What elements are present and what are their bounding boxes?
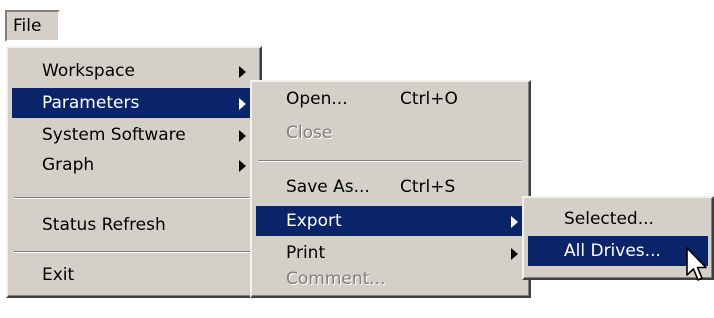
menu-file-label: File xyxy=(13,16,42,36)
menu-file[interactable]: File xyxy=(5,10,60,42)
menu-item-all-drives[interactable]: All Drives... xyxy=(528,236,708,266)
menu-item-parameters-label: Parameters xyxy=(42,93,140,113)
menu-item-export[interactable]: Export xyxy=(256,206,525,236)
file-menu: Workspace Parameters System Software Gra… xyxy=(6,46,262,298)
submenu-arrow-icon xyxy=(239,160,246,172)
menu-item-comment: Comment... xyxy=(256,264,525,294)
menu-item-status-refresh-label: Status Refresh xyxy=(42,215,166,235)
menu-separator xyxy=(14,251,252,253)
menu-item-open-label: Open... xyxy=(286,89,348,109)
menu-item-selected[interactable]: Selected... xyxy=(528,204,708,234)
menu-item-graph[interactable]: Graph xyxy=(12,150,256,180)
menu-item-comment-label: Comment... xyxy=(286,269,386,289)
mouse-pointer-icon xyxy=(686,247,707,281)
menu-item-save-as-label: Save As... xyxy=(286,177,370,197)
parameters-menu: Open... Ctrl+O Close Save As... Ctrl+S E… xyxy=(250,80,531,298)
menu-item-open[interactable]: Open... Ctrl+O xyxy=(256,84,525,114)
submenu-arrow-icon xyxy=(239,66,246,78)
menu-item-selected-label: Selected... xyxy=(564,209,654,229)
menu-item-close: Close xyxy=(256,118,525,148)
menu-item-print-label: Print xyxy=(286,243,326,263)
menu-item-all-drives-label: All Drives... xyxy=(564,241,661,261)
menu-item-save-as[interactable]: Save As... Ctrl+S xyxy=(256,172,525,202)
menu-item-exit[interactable]: Exit xyxy=(12,260,256,290)
submenu-arrow-icon xyxy=(511,216,518,228)
submenu-arrow-icon xyxy=(511,248,518,260)
menu-item-close-label: Close xyxy=(286,123,333,143)
menu-item-workspace-label: Workspace xyxy=(42,61,135,81)
menu-item-status-refresh[interactable]: Status Refresh xyxy=(12,210,256,240)
submenu-arrow-icon xyxy=(239,130,246,142)
menu-item-open-shortcut: Ctrl+O xyxy=(400,89,458,109)
submenu-arrow-icon xyxy=(239,98,246,110)
menu-item-save-as-shortcut: Ctrl+S xyxy=(400,177,456,197)
menu-separator xyxy=(258,160,521,162)
menu-item-workspace[interactable]: Workspace xyxy=(12,56,256,86)
menu-item-graph-label: Graph xyxy=(42,155,95,175)
menu-item-export-label: Export xyxy=(286,211,342,231)
menu-item-system-software[interactable]: System Software xyxy=(12,120,256,150)
menu-item-parameters[interactable]: Parameters xyxy=(12,88,256,118)
menu-item-exit-label: Exit xyxy=(42,265,75,285)
menu-item-system-software-label: System Software xyxy=(42,125,186,145)
menu-separator xyxy=(14,197,252,199)
